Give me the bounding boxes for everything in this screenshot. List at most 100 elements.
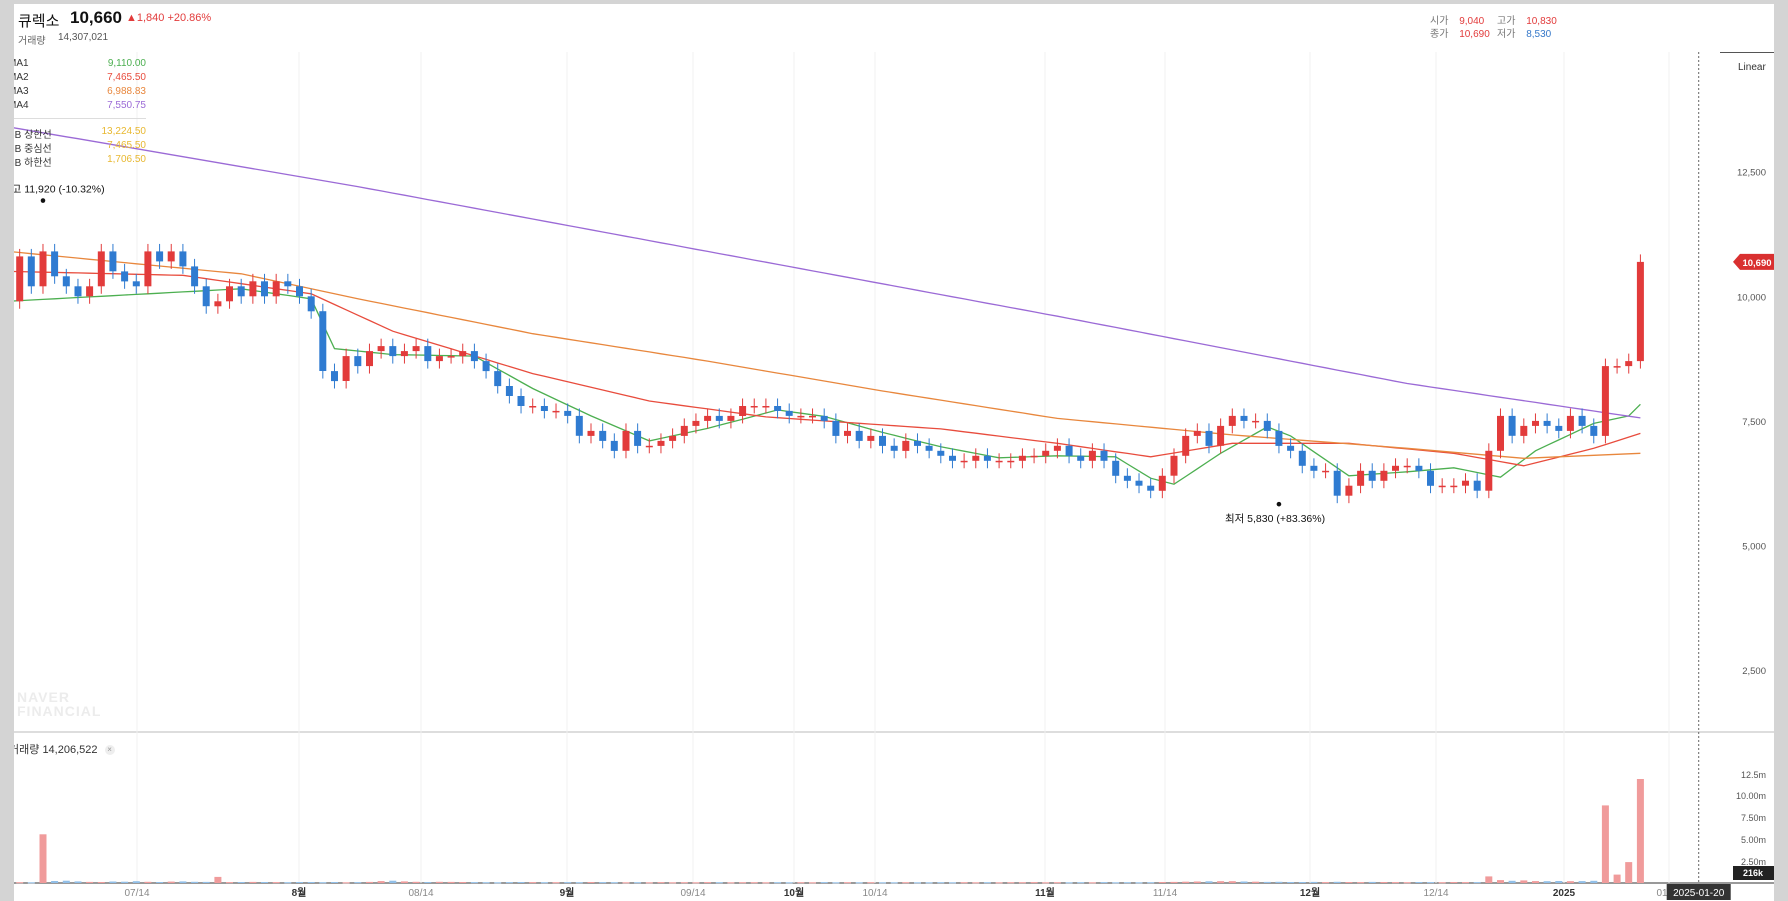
candlestick <box>1485 443 1493 499</box>
volume-bar <box>389 880 397 883</box>
candle-body <box>27 256 35 287</box>
indicator-legend: MA1 9,110.00 MA2 7,465.50 MA3 6,988.83 M… <box>8 58 146 169</box>
candle-body <box>1333 470 1341 496</box>
volume-bar <box>1018 882 1026 884</box>
candle-body <box>669 435 677 441</box>
volume-bar <box>261 882 268 883</box>
candle-body <box>564 410 572 416</box>
candle-body <box>1543 420 1551 426</box>
volume-bar <box>1007 882 1015 884</box>
candle-body <box>1135 480 1143 486</box>
volume-bar <box>1065 882 1073 884</box>
volume-bar <box>914 882 921 884</box>
candle-body <box>121 271 129 282</box>
volume-bar <box>412 881 420 883</box>
legend-label: BB 상한선 <box>8 130 52 141</box>
candle-body <box>1205 430 1213 446</box>
legend-value: 7,550.75 <box>107 100 146 111</box>
volume-bar <box>272 882 280 884</box>
legend-ma4: MA4 7,550.75 <box>8 100 146 114</box>
volume-bar <box>331 882 338 883</box>
candlestick <box>1601 358 1609 444</box>
volume-bar <box>902 882 910 884</box>
legend-value: 7,465.50 <box>107 72 146 83</box>
volume-bar <box>16 882 24 884</box>
candle-body <box>1170 455 1178 476</box>
watermark-line: NAVER <box>17 689 70 705</box>
volume-bar <box>960 882 968 884</box>
legend-bb-middle: BB 중심선 7,465.50 <box>8 140 146 155</box>
close-icon[interactable]: × <box>104 745 115 756</box>
volume-bar <box>972 882 980 884</box>
candle-body <box>62 276 70 287</box>
volume-bar <box>1147 882 1155 884</box>
candle-body <box>1508 415 1516 436</box>
candle-body <box>844 430 851 436</box>
candle-body <box>832 420 840 436</box>
volume-bar <box>1345 882 1353 883</box>
volume-bar <box>97 882 105 883</box>
volume-bar <box>342 882 350 884</box>
candle-body <box>400 351 408 357</box>
volume-bar <box>226 882 233 884</box>
volume-bar <box>820 882 828 884</box>
volume-bar <box>354 882 362 884</box>
candle-body <box>1601 366 1609 436</box>
volume-bar <box>237 882 245 883</box>
candle-body <box>914 440 921 446</box>
volume-bar <box>1450 882 1458 883</box>
volume-bar <box>1555 881 1563 883</box>
candle-body <box>132 281 140 287</box>
candle-body <box>1263 420 1271 431</box>
candle-body <box>879 435 886 446</box>
volume-bar <box>1077 882 1085 884</box>
volume-bar <box>949 882 956 884</box>
candle-body <box>1613 366 1621 368</box>
price-chart[interactable]: 2,500 5,000 7,500 10,000 12,500 12.5m 10.00m 7.… <box>0 0 1788 901</box>
candle-body <box>750 406 758 408</box>
volume-bar <box>610 882 618 884</box>
candle-body <box>1380 470 1388 481</box>
candle-body <box>447 356 455 358</box>
volume-bar <box>564 882 572 884</box>
legend-bb-lower: BB 하한선 1,706.50 <box>8 154 146 169</box>
candle-body <box>960 460 968 463</box>
volume-bar <box>39 834 47 883</box>
volume-bar <box>645 882 653 884</box>
volume-bar <box>844 882 851 884</box>
legend-bb-upper: BB 상한선 13,224.50 <box>8 126 146 141</box>
chart-window: 큐렉소 10,660 ▲1,840 +20.86% 거래량 14,307,021… <box>0 0 1788 901</box>
candle-body <box>529 406 537 408</box>
candle-body <box>867 435 875 441</box>
volume-bar <box>1100 882 1108 884</box>
candle-body <box>459 351 467 357</box>
candle-body <box>1158 475 1166 491</box>
x-tick-label: 12월 <box>1300 887 1320 899</box>
candle-body <box>1450 485 1458 488</box>
volume-bar <box>1170 881 1178 883</box>
volume-bar <box>680 882 688 884</box>
volume-bar <box>1508 880 1516 883</box>
candle-body <box>890 445 898 451</box>
volume-bar <box>1322 882 1330 884</box>
x-tick-label: 12/14 <box>1423 888 1448 899</box>
volume-bar <box>1112 882 1120 884</box>
volume-bar <box>634 882 642 884</box>
volume-bar <box>1228 881 1236 883</box>
volume-bar <box>983 882 991 884</box>
candle-body <box>610 440 618 451</box>
candle-body <box>1415 465 1423 471</box>
volume-bar <box>1287 882 1295 883</box>
candle-body <box>587 430 595 436</box>
candle-body <box>1427 470 1434 486</box>
candle-body <box>575 415 583 436</box>
volume-bar <box>1625 862 1633 883</box>
legend-spacer <box>8 114 146 126</box>
candle-body <box>1112 460 1120 476</box>
volume-bar <box>435 881 443 883</box>
volume-bar <box>540 882 548 884</box>
candle-body <box>296 286 303 297</box>
candle-body <box>1077 455 1085 461</box>
candle-body <box>435 356 443 362</box>
candle-body <box>983 455 991 461</box>
